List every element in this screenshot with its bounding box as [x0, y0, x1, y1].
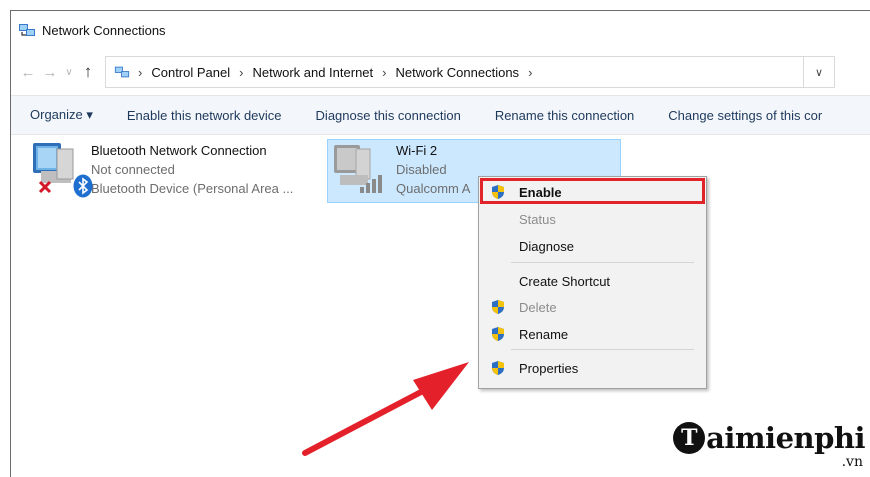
breadcrumb-separator-icon[interactable]: ›	[138, 65, 142, 80]
command-bar: Organize ▾ Enable this network device Di…	[11, 95, 870, 135]
breadcrumb-network-and-internet[interactable]: Network and Internet	[252, 65, 373, 80]
breadcrumb-separator-icon[interactable]: ›	[382, 65, 386, 80]
rename-connection-button[interactable]: Rename this connection	[478, 108, 651, 123]
forward-arrow-icon[interactable]: →	[39, 64, 61, 81]
menu-item-label: Create Shortcut	[519, 273, 611, 289]
wifi-adapter-disabled-icon	[328, 141, 396, 203]
uac-shield-icon	[492, 300, 504, 314]
menu-separator	[511, 349, 694, 350]
menu-item-label: Diagnose	[519, 238, 574, 254]
breadcrumb-network-connections[interactable]: Network Connections	[396, 65, 520, 80]
network-folder-icon	[19, 24, 35, 36]
disconnected-x-icon	[38, 180, 52, 194]
change-settings-button[interactable]: Change settings of this cor	[651, 108, 839, 123]
back-arrow-icon[interactable]: ←	[17, 64, 39, 81]
logo-initial: T	[673, 422, 706, 454]
connection-device: Bluetooth Device (Personal Area ...	[91, 181, 294, 196]
address-bar[interactable]: › Control Panel › Network and Internet ›…	[105, 56, 835, 88]
menu-item-status: Status	[479, 207, 706, 231]
logo-brand-text: aimienphi	[706, 421, 865, 455]
menu-item-label: Status	[519, 211, 556, 227]
menu-item-label: Delete	[519, 299, 557, 315]
watermark-logo: T aimienphi .vn	[673, 421, 865, 471]
bluetooth-icon	[73, 174, 93, 198]
address-row: ← → ∨ ↑ › Control Panel › Network and In…	[11, 49, 870, 95]
menu-item-create-shortcut[interactable]: Create Shortcut	[479, 269, 706, 293]
network-connections-window: Network Connections ← → ∨ ↑ › Control Pa…	[10, 10, 870, 477]
connection-name: Bluetooth Network Connection	[91, 143, 267, 158]
connection-status: Not connected	[91, 162, 175, 177]
menu-separator	[511, 262, 694, 263]
enable-network-device-button[interactable]: Enable this network device	[110, 108, 299, 123]
title-bar: Network Connections	[11, 11, 870, 49]
menu-item-properties[interactable]: Properties	[479, 356, 706, 380]
breadcrumb-control-panel[interactable]: Control Panel	[151, 65, 230, 80]
diagnose-connection-button[interactable]: Diagnose this connection	[299, 108, 478, 123]
menu-item-rename[interactable]: Rename	[479, 322, 706, 346]
connection-item-bluetooth[interactable]: Bluetooth Network Connection Not connect…	[29, 141, 293, 203]
connection-status: Disabled	[396, 162, 447, 177]
menu-item-label: Properties	[519, 360, 579, 376]
up-arrow-icon[interactable]: ↑	[77, 62, 99, 82]
connection-name: Wi-Fi 2	[396, 143, 438, 158]
menu-item-diagnose[interactable]: Diagnose	[479, 234, 706, 258]
logo-suffix: .vn	[841, 454, 863, 470]
context-menu: Enable Status Diagnose Create Shortcut D…	[478, 176, 707, 389]
address-dropdown-chevron-icon[interactable]: ∨	[803, 56, 835, 88]
uac-shield-icon	[492, 361, 504, 375]
window-title: Network Connections	[42, 22, 166, 38]
network-location-icon	[114, 66, 130, 78]
breadcrumb-separator-icon[interactable]: ›	[528, 65, 532, 80]
menu-item-delete: Delete	[479, 295, 706, 319]
red-arrow-annotation-icon	[302, 362, 469, 456]
recent-locations-chevron-icon[interactable]: ∨	[61, 67, 77, 78]
breadcrumb-separator-icon[interactable]: ›	[239, 65, 243, 80]
enable-highlight-box	[480, 178, 705, 204]
organize-button[interactable]: Organize ▾	[11, 107, 110, 123]
bluetooth-adapter-icon	[29, 141, 93, 203]
uac-shield-icon	[492, 327, 504, 341]
connection-device: Qualcomm A	[396, 181, 471, 196]
menu-item-label: Rename	[519, 326, 569, 342]
